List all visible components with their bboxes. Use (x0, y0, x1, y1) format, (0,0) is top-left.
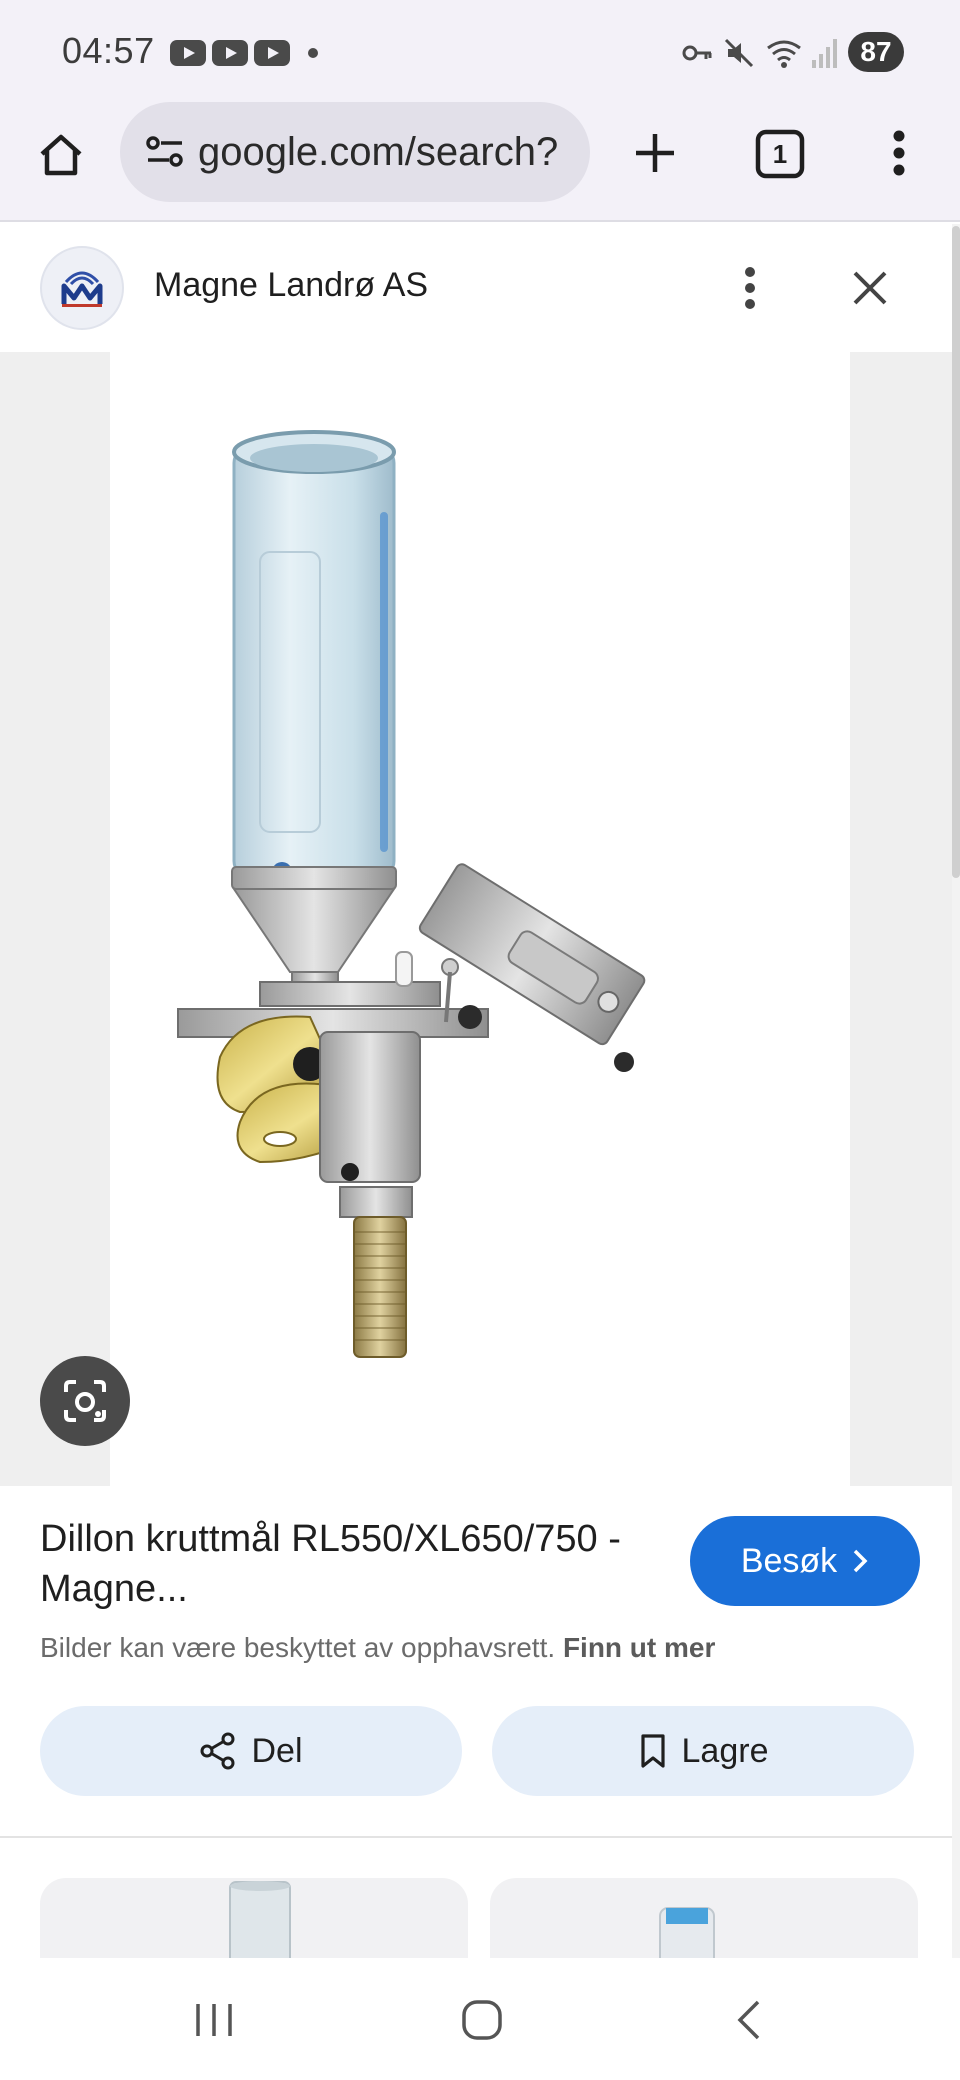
related-image-thumbnail[interactable] (40, 1878, 468, 1958)
image-info-panel: Dillon kruttmål RL550/XL650/750 - Magne.… (0, 1486, 952, 1838)
save-button[interactable]: Lagre (492, 1706, 914, 1796)
site-name[interactable]: Magne Landrø AS (154, 266, 428, 305)
home-nav-button[interactable] (452, 1990, 512, 2050)
wifi-icon (764, 36, 804, 75)
mute-icon (722, 36, 756, 75)
more-vert-icon (893, 130, 905, 176)
back-button[interactable] (720, 1990, 780, 2050)
recent-apps-icon (196, 2004, 232, 2036)
save-label: Lagre (681, 1731, 769, 1770)
close-icon (853, 271, 887, 305)
visit-button[interactable]: Besøk (690, 1516, 920, 1606)
status-time: 04:57 (62, 30, 155, 71)
address-bar[interactable]: google.com/search? (120, 102, 590, 202)
site-settings-icon[interactable] (140, 127, 190, 177)
browser-menu-button[interactable] (876, 122, 922, 184)
more-vert-icon (745, 267, 755, 309)
copyright-text: Bilder kan være beskyttet av opphavsrett… (40, 1632, 556, 1663)
product-image[interactable] (110, 352, 850, 1486)
related-images (0, 1838, 952, 1958)
youtube-icon (212, 40, 248, 66)
back-icon (737, 2000, 760, 2040)
image-viewer (0, 352, 952, 1486)
scrollbar-thumb[interactable] (952, 226, 960, 878)
youtube-icon (254, 40, 290, 66)
battery-indicator: 87 (848, 32, 904, 72)
share-label: Del (251, 1731, 303, 1770)
home-button[interactable] (30, 124, 92, 186)
site-menu-button[interactable] (730, 258, 770, 318)
tab-count: 1 (772, 139, 788, 169)
learn-more-link[interactable]: Finn ut mer (563, 1632, 715, 1663)
new-tab-button[interactable] (624, 122, 686, 184)
signal-icon (810, 36, 840, 75)
chevron-right-icon (851, 1548, 869, 1574)
lens-icon (64, 1380, 106, 1422)
home-circle-icon (462, 2000, 502, 2040)
recent-apps-button[interactable] (184, 1990, 244, 2050)
close-button[interactable] (842, 260, 898, 316)
site-header: Magne Landrø AS (0, 224, 952, 352)
site-logo-icon[interactable] (40, 246, 124, 330)
browser-toolbar: google.com/search? 1 (0, 100, 960, 222)
status-bar: 04:57 87 (0, 0, 960, 100)
vpn-key-icon (680, 36, 714, 75)
copyright-notice: Bilder kan være beskyttet av opphavsrett… (40, 1632, 715, 1664)
result-title[interactable]: Dillon kruttmål RL550/XL650/750 - Magne.… (40, 1514, 640, 1614)
url-text[interactable]: google.com/search? (198, 130, 558, 175)
home-icon (40, 134, 82, 176)
youtube-icon (170, 40, 206, 66)
bookmark-icon (638, 1732, 668, 1770)
share-icon (199, 1732, 237, 1770)
tab-switcher-button[interactable]: 1 (752, 126, 808, 182)
related-image-thumbnail[interactable] (490, 1878, 918, 1958)
plus-icon (636, 134, 674, 172)
system-navigation-bar (0, 1958, 960, 2080)
google-lens-button[interactable] (40, 1356, 130, 1446)
notification-dot-icon (308, 48, 318, 58)
visit-label: Besøk (740, 1541, 838, 1580)
share-button[interactable]: Del (40, 1706, 462, 1796)
